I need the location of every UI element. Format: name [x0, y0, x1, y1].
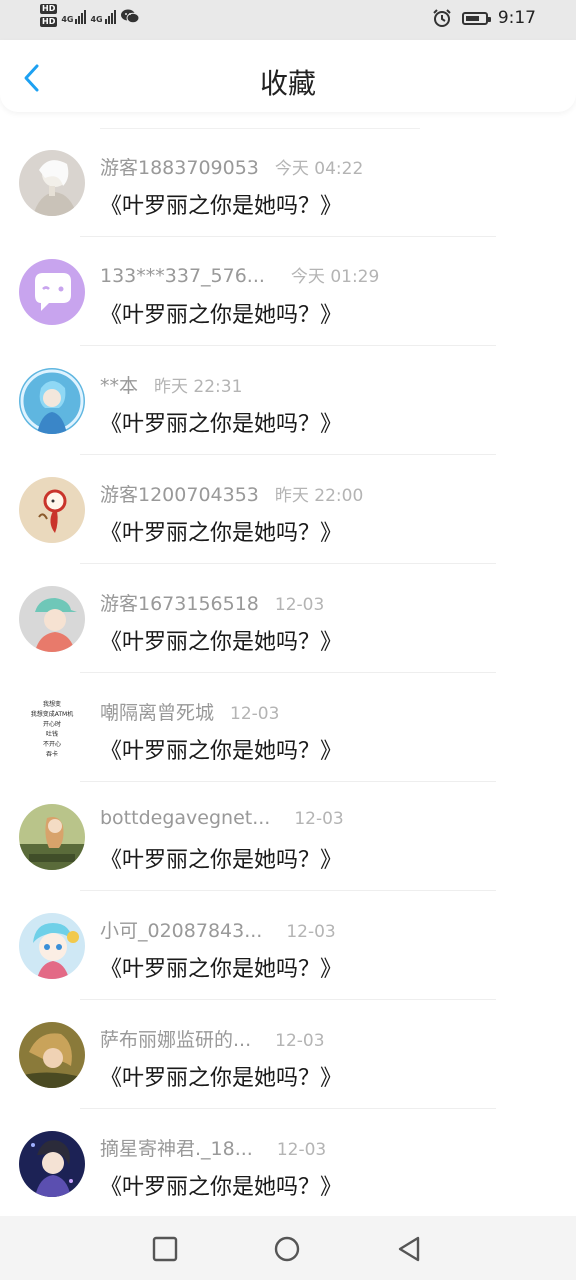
avatar[interactable]: [19, 259, 85, 325]
avatar-text: 我想变: [42, 701, 61, 708]
work-title: 《叶罗丽之你是她吗？》: [100, 194, 343, 219]
avatar[interactable]: [19, 477, 85, 543]
work-title: 《叶罗丽之你是她吗？》: [100, 739, 343, 764]
avatar[interactable]: [19, 913, 85, 979]
list-item[interactable]: 摘星寄神君._18... 12-03 《叶罗丽之你是她吗？》: [0, 1109, 576, 1218]
username: 游客1883709053: [100, 157, 259, 179]
battery-icon: [461, 11, 491, 25]
timestamp: 今天 04:22: [274, 159, 364, 179]
timestamp: 昨天 22:31: [154, 377, 243, 397]
avatar-text: 吐钱: [45, 731, 58, 738]
work-title: 《叶罗丽之你是她吗？》: [100, 303, 343, 328]
avatar[interactable]: [19, 804, 85, 870]
list-item[interactable]: 游客1200704353 昨天 22:00 《叶罗丽之你是她吗？》: [0, 455, 576, 564]
list-item[interactable]: 萨布丽娜监研的... 12-03 《叶罗丽之你是她吗？》: [0, 1000, 576, 1109]
work-title: 《叶罗丽之你是她吗？》: [100, 521, 343, 546]
list-item[interactable]: **本 昨天 22:31 《叶罗丽之你是她吗？》: [0, 346, 576, 455]
clock: 9:17: [497, 8, 536, 28]
work-title: 《叶罗丽之你是她吗？》: [100, 848, 343, 873]
avatar[interactable]: [19, 1131, 85, 1197]
username: 133***337_576...: [100, 265, 265, 287]
avatar[interactable]: [19, 1022, 85, 1088]
timestamp: 12-03: [294, 809, 344, 829]
avatar[interactable]: 我想变 我想变成ATM机 开心时 吐钱 不开心 吞卡: [19, 695, 85, 761]
favorites-list: 游客1883709053 今天 04:22 《叶罗丽之你是她吗？》 133***…: [0, 128, 576, 1218]
avatar[interactable]: [19, 368, 85, 434]
username: 游客1673156518: [100, 593, 259, 615]
username: 嘲隔离曾死城: [100, 702, 215, 724]
back-icon[interactable]: [396, 1236, 422, 1262]
username: 摘星寄神君._18...: [100, 1138, 253, 1160]
avatar-text: 吞卡: [45, 751, 58, 758]
home-icon[interactable]: [274, 1236, 300, 1262]
timestamp: 12-03: [274, 595, 325, 615]
hd-badge: HD: [40, 4, 58, 14]
list-item[interactable]: bottdegavegnet... 12-03 《叶罗丽之你是她吗？》: [0, 782, 576, 891]
timestamp: 昨天 22:00: [274, 486, 364, 506]
recent-apps-icon[interactable]: [152, 1236, 178, 1262]
alarm-icon: [433, 9, 451, 27]
app-header: 收藏: [0, 40, 576, 112]
avatar-text: 开心时: [42, 721, 61, 728]
username: 小可_02087843...: [100, 920, 263, 942]
timestamp: 12-03: [275, 1031, 325, 1051]
work-title: 《叶罗丽之你是她吗？》: [100, 1066, 343, 1091]
signal-bars-icon: [104, 8, 116, 24]
list-item[interactable]: 小可_02087843... 12-03 《叶罗丽之你是她吗？》: [0, 891, 576, 1000]
navigation-bar: [0, 1216, 576, 1280]
username: bottdegavegnet...: [100, 807, 271, 829]
username: **本: [100, 375, 139, 397]
signal-1: 4G: [61, 8, 87, 24]
timestamp: 12-03: [230, 704, 280, 724]
work-title: 《叶罗丽之你是她吗？》: [100, 412, 343, 437]
timestamp: 12-03: [286, 922, 336, 942]
hd-badge: HD: [40, 17, 58, 27]
status-right: 9:17: [432, 8, 536, 28]
favorites-screen: HD HD 4G 4G 9:17 收藏 游客1883709053 今天 04:2…: [0, 0, 576, 1280]
list-item[interactable]: 游客1883709053 今天 04:22 《叶罗丽之你是她吗？》: [0, 128, 576, 237]
status-bar: HD HD 4G 4G 9:17: [0, 0, 576, 40]
avatar-text: 我想变成ATM机: [30, 711, 74, 718]
wechat-icon: [120, 9, 140, 23]
work-title: 《叶罗丽之你是她吗？》: [100, 1175, 343, 1200]
username: 萨布丽娜监研的...: [100, 1029, 252, 1051]
username: 游客1200704353: [100, 484, 259, 506]
work-title: 《叶罗丽之你是她吗？》: [100, 630, 343, 655]
page-title: 收藏: [259, 67, 316, 100]
status-left: HD HD 4G 4G: [40, 4, 140, 27]
signal-2: 4G: [90, 8, 116, 24]
avatar[interactable]: [19, 586, 85, 652]
timestamp: 12-03: [276, 1140, 327, 1160]
avatar[interactable]: [19, 150, 85, 216]
avatar-text: 不开心: [42, 741, 61, 748]
list-item[interactable]: 133***337_576... 今天 01:29 《叶罗丽之你是她吗？》: [0, 237, 576, 346]
list-item[interactable]: 游客1673156518 12-03 《叶罗丽之你是她吗？》: [0, 564, 576, 673]
work-title: 《叶罗丽之你是她吗？》: [100, 957, 343, 982]
list-item[interactable]: 我想变 我想变成ATM机 开心时 吐钱 不开心 吞卡 嘲隔离曾死城 12-03 …: [0, 673, 576, 782]
timestamp: 今天 01:29: [290, 267, 380, 287]
signal-bars-icon: [75, 8, 87, 24]
